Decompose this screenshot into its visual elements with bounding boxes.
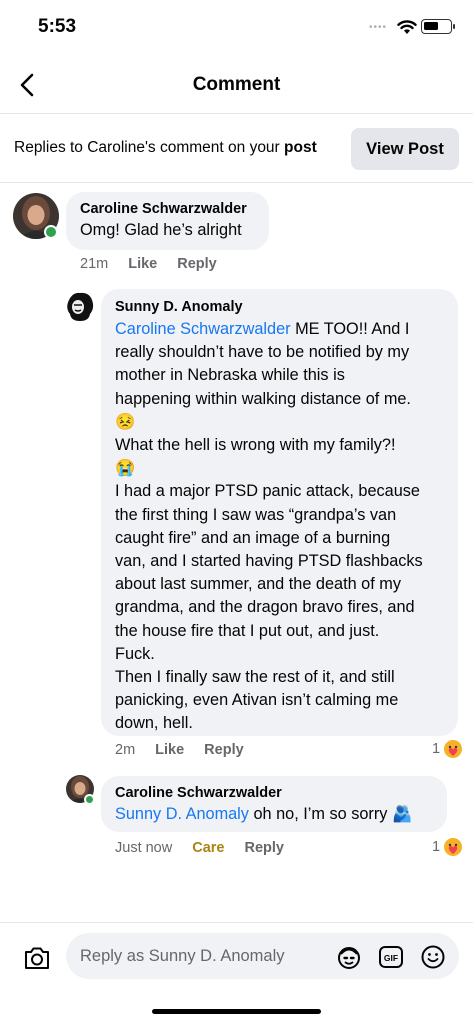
- camera-icon[interactable]: [22, 943, 52, 973]
- like-button[interactable]: Like: [155, 742, 184, 758]
- status-bar: 5:53 ••••: [0, 0, 473, 56]
- reply-button[interactable]: Reply: [177, 256, 217, 272]
- comment-line: I had a major PTSD panic attack, because: [115, 482, 420, 501]
- mention-link[interactable]: Sunny D. Anomaly: [115, 805, 249, 823]
- emoji-icon[interactable]: [420, 944, 446, 970]
- mention-link[interactable]: Caroline Schwarzwalder: [115, 320, 291, 338]
- care-emoji-icon: [444, 740, 463, 758]
- view-post-button[interactable]: View Post: [351, 128, 459, 170]
- comment-bubble[interactable]: Caroline Schwarzwalder Omg! Glad he’s al…: [66, 192, 269, 250]
- header: Comment: [0, 58, 473, 114]
- comment-time: 21m: [80, 256, 109, 272]
- comment-line: What the hell is wrong with my family?!: [115, 436, 396, 455]
- comment-line: the house fire that I put out, and just.: [115, 621, 380, 640]
- reaction-summary[interactable]: 1: [432, 739, 463, 759]
- comment-time: Just now: [115, 840, 173, 856]
- comment-bubble[interactable]: Caroline Schwarzwalder Sunny D. Anomaly …: [101, 776, 447, 832]
- comment-actions: Just now Care Reply: [115, 840, 304, 856]
- comment-author[interactable]: Sunny D. Anomaly: [115, 299, 444, 315]
- comment-line: caught fire” and an image of a burning: [115, 528, 391, 547]
- comment-actions: 2m Like Reply: [115, 742, 264, 758]
- reply-composer: Reply as Sunny D. Anomaly GIF: [0, 922, 473, 1023]
- care-reaction-button[interactable]: Care: [192, 840, 224, 856]
- svg-text:GIF: GIF: [384, 953, 398, 963]
- reaction-summary[interactable]: 1: [432, 837, 463, 857]
- comment-line: happening within walking distance of me.: [115, 389, 411, 408]
- comment-line: down, hell.: [115, 714, 193, 733]
- comment-bubble[interactable]: Sunny D. Anomaly Caroline Schwarzwalder …: [101, 289, 458, 736]
- cellular-signal-icon: ••••: [369, 22, 388, 33]
- online-status-icon: [44, 225, 58, 239]
- context-prefix: Replies to Caroline's comment on your: [14, 139, 285, 156]
- comment-line: 😣: [115, 412, 136, 431]
- comment-line: about last summer, and the death of my: [115, 575, 401, 594]
- page-title: Comment: [192, 74, 281, 95]
- avatar-sticker-icon[interactable]: [336, 944, 362, 970]
- context-post-link[interactable]: post: [284, 139, 317, 156]
- comment-line: really shouldn’t have to be notified by …: [115, 343, 410, 362]
- wifi-icon: [397, 20, 417, 34]
- reply-button[interactable]: Reply: [204, 742, 244, 758]
- comment-author[interactable]: Caroline Schwarzwalder: [80, 201, 255, 217]
- reply-button[interactable]: Reply: [244, 840, 284, 856]
- comment-text: Sunny D. Anomaly oh no, I’m so sorry 🫂: [115, 805, 413, 823]
- comment-line: grandma, and the dragon bravo fires, and: [115, 598, 415, 617]
- context-text: Replies to Caroline's comment on your po…: [14, 139, 317, 157]
- comment-text: Omg! Glad he’s alright: [80, 221, 242, 239]
- comment-line: mother in Nebraska while this is: [115, 366, 345, 385]
- status-time: 5:53: [38, 16, 77, 37]
- like-button[interactable]: Like: [128, 256, 157, 272]
- home-indicator: [152, 1009, 321, 1014]
- context-bar: Replies to Caroline's comment on your po…: [0, 115, 473, 183]
- comment-line: panicking, even Ativan isn’t calming me: [115, 691, 399, 710]
- hug-emoji: 🫂: [391, 805, 413, 823]
- care-emoji-icon: [444, 838, 463, 856]
- reaction-count: 1: [432, 741, 441, 757]
- comment-text: Caroline Schwarzwalder ME TOO!! And I re…: [115, 318, 444, 736]
- comment-author[interactable]: Caroline Schwarzwalder: [115, 785, 433, 801]
- comment-line: Then I finally saw the rest of it, and s…: [115, 668, 395, 687]
- online-status-icon: [84, 794, 95, 805]
- reply-placeholder: Reply as Sunny D. Anomaly: [80, 947, 285, 965]
- avatar[interactable]: [63, 290, 97, 324]
- comment-line: Caroline Schwarzwalder ME TOO!! And I: [115, 320, 410, 338]
- comment-time: 2m: [115, 742, 136, 758]
- comment-line: the first thing I saw was “grandpa’s van: [115, 505, 397, 524]
- comment-actions: 21m Like Reply: [80, 256, 237, 272]
- reaction-count: 1: [432, 839, 441, 855]
- comment-line: 😭: [115, 459, 136, 478]
- battery-icon: [421, 19, 455, 34]
- comment-line: van, and I started having PTSD flashback…: [115, 552, 423, 571]
- reply-input[interactable]: Reply as Sunny D. Anomaly GIF: [66, 933, 459, 979]
- comment-line: Fuck.: [115, 644, 155, 663]
- gif-icon[interactable]: GIF: [378, 944, 404, 970]
